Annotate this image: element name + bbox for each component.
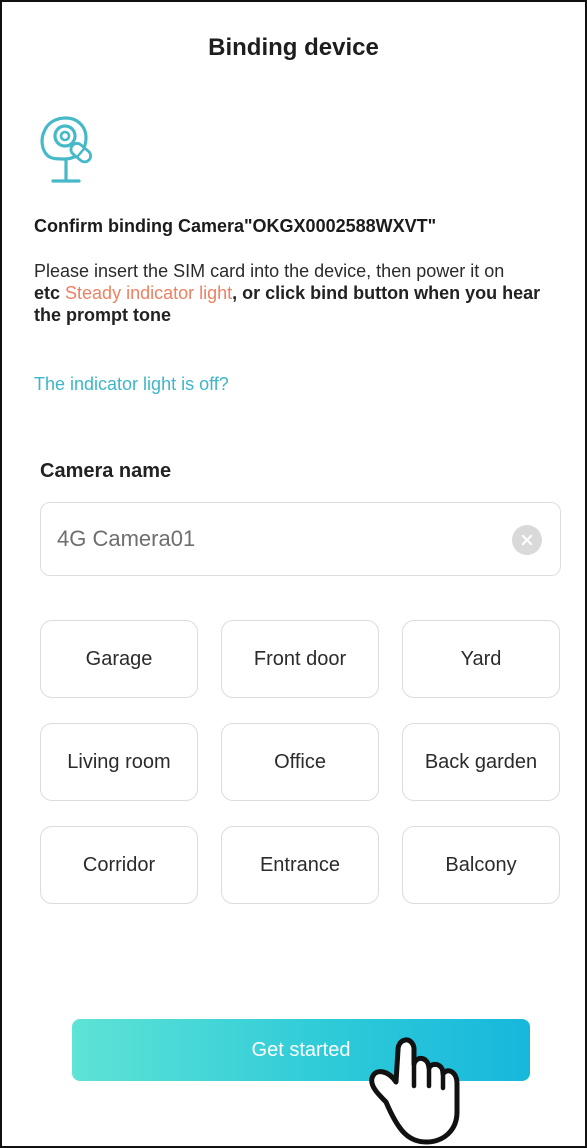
chip-living-room[interactable]: Living room xyxy=(40,723,198,801)
chip-corridor[interactable]: Corridor xyxy=(40,826,198,904)
chip-front-door[interactable]: Front door xyxy=(221,620,379,698)
chip-balcony[interactable]: Balcony xyxy=(402,826,560,904)
instructions-prefix: etc xyxy=(34,283,66,303)
chip-back-garden[interactable]: Back garden xyxy=(402,723,560,801)
camera-name-field xyxy=(40,502,561,576)
get-started-label: Get started xyxy=(251,1038,351,1061)
chip-office[interactable]: Office xyxy=(221,723,379,801)
indicator-off-link[interactable]: The indicator light is off? xyxy=(34,374,229,395)
camera-name-input[interactable] xyxy=(57,521,497,557)
confirm-binding-text: Confirm binding Camera"OKGX0002588WXVT" xyxy=(34,216,437,236)
chip-entrance[interactable]: Entrance xyxy=(221,826,379,904)
app-screen: Binding device Confirm binding Camera"OK… xyxy=(0,0,587,1148)
chip-garage[interactable]: Garage xyxy=(40,620,198,698)
chip-yard[interactable]: Yard xyxy=(402,620,560,698)
location-chip-grid: Garage Front door Yard Living room Offic… xyxy=(40,620,562,904)
camera-name-label: Camera name xyxy=(40,460,172,482)
get-started-button[interactable]: Get started xyxy=(72,1019,530,1081)
camera-icon xyxy=(40,116,92,183)
page-title: Binding device xyxy=(208,34,379,61)
indicator-highlight: Steady indicator light xyxy=(65,283,233,303)
clear-icon[interactable] xyxy=(512,525,542,555)
instructions-line1: Please insert the SIM card into the devi… xyxy=(34,261,505,281)
instructions: Please insert the SIM card into the devi… xyxy=(34,260,566,326)
